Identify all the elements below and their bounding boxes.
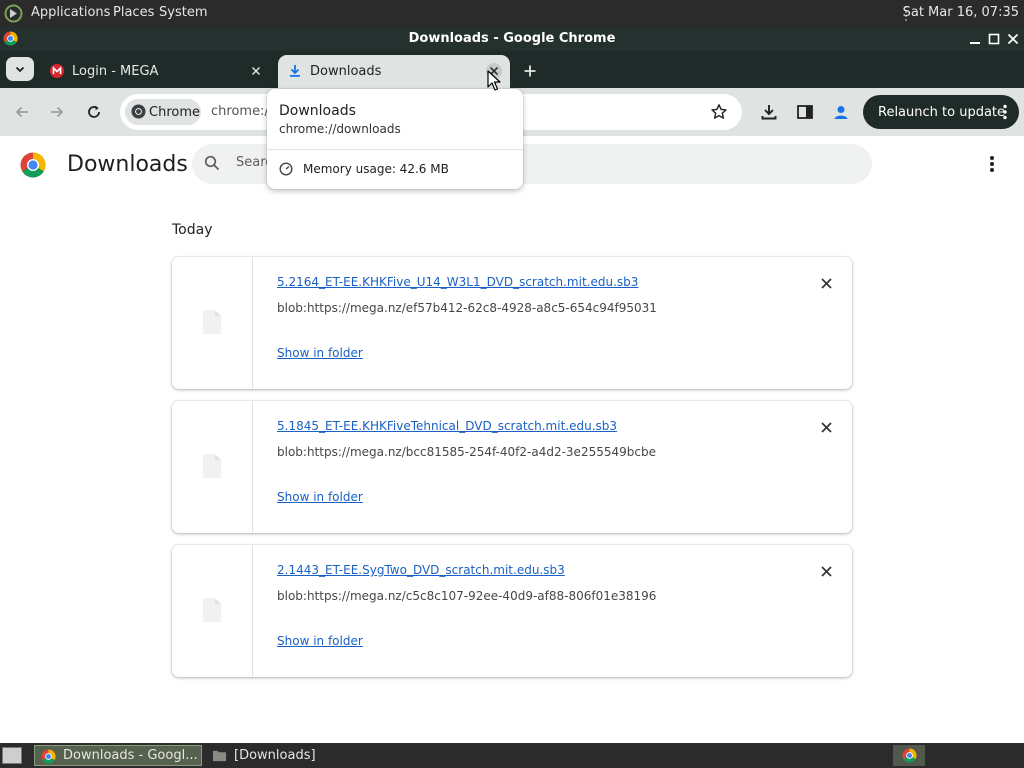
show-in-folder-link[interactable]: Show in folder (277, 634, 363, 648)
relaunch-label: Relaunch to update (878, 104, 1006, 120)
tab-label: Downloads (310, 64, 382, 79)
tray-chrome-button[interactable] (893, 745, 925, 766)
system-menu[interactable]: System (159, 5, 207, 20)
date-section-heading: Today (172, 222, 213, 238)
file-icon (203, 598, 221, 622)
mega-icon (50, 64, 64, 78)
search-icon (204, 155, 220, 171)
distro-logo-icon[interactable] (4, 4, 23, 23)
reload-button[interactable] (82, 100, 106, 124)
close-tab-button[interactable] (248, 63, 264, 79)
chrome-logo-icon (20, 152, 46, 178)
file-icon-column (172, 257, 253, 389)
url-text[interactable]: chrome:/ (211, 104, 269, 119)
tab-label: Login - MEGA (72, 64, 159, 79)
download-filename-link[interactable]: 2.1443_ET-EE.SygTwo_DVD_scratch.mit.edu.… (277, 563, 565, 577)
places-menu[interactable]: Places (113, 5, 154, 20)
close-icon (251, 66, 261, 76)
memory-gauge-icon (279, 162, 293, 176)
close-icon (820, 565, 832, 577)
tab-hover-card: Downloads chrome://downloads Memory usag… (267, 89, 523, 189)
top-panel: Applications Places System Sat Mar 16, 0… (0, 0, 1024, 27)
tab-login-mega[interactable]: Login - MEGA (40, 55, 272, 88)
download-source-url: blob:https://mega.nz/ef57b412-62c8-4928-… (277, 301, 657, 315)
chrome-icon (901, 748, 917, 763)
plus-icon (524, 65, 536, 77)
profile-avatar-icon (834, 106, 848, 119)
clock[interactable]: Sat Mar 16, 07:35 (903, 5, 1019, 20)
page-title: Downloads (67, 152, 188, 177)
chrome-icon (41, 749, 56, 764)
remove-download-button[interactable] (818, 419, 834, 435)
bottom-panel: Downloads - Googl... [Downloads] (0, 743, 1024, 768)
minimize-button[interactable] (966, 29, 984, 49)
folder-icon (212, 750, 227, 762)
remove-download-button[interactable] (818, 275, 834, 291)
show-in-folder-link[interactable]: Show in folder (277, 490, 363, 504)
mouse-pointer-icon (487, 70, 501, 91)
taskbar-item-label: Downloads - Googl... (63, 748, 198, 763)
site-info-chip[interactable]: Chrome (125, 99, 201, 125)
more-actions-icon[interactable] (988, 154, 996, 174)
forward-button[interactable] (45, 100, 69, 124)
download-source-url: blob:https://mega.nz/c5c8c107-92ee-40d9-… (277, 589, 657, 603)
download-item: 2.1443_ET-EE.SygTwo_DVD_scratch.mit.edu.… (172, 545, 852, 677)
downloads-toolbar-button[interactable] (757, 100, 781, 124)
back-button[interactable] (10, 100, 34, 124)
arrow-right-icon (51, 106, 64, 118)
more-vert-icon (1003, 104, 1007, 120)
show-in-folder-link[interactable]: Show in folder (277, 346, 363, 360)
download-icon (290, 65, 300, 77)
show-desktop-button[interactable] (2, 747, 22, 764)
reload-icon (88, 105, 100, 118)
relaunch-to-update-button[interactable]: Relaunch to update (863, 95, 1019, 129)
hover-card-url: chrome://downloads (279, 122, 401, 136)
close-icon (820, 421, 832, 433)
download-icon (761, 105, 777, 120)
arrow-left-icon (15, 106, 28, 118)
remove-download-button[interactable] (818, 563, 834, 579)
new-tab-button[interactable] (518, 59, 542, 83)
tab-downloads[interactable]: Downloads (278, 55, 510, 88)
chevron-down-icon (15, 66, 25, 73)
hover-card-divider (267, 149, 523, 150)
profile-button[interactable] (829, 100, 853, 124)
chrome-icon (131, 104, 146, 119)
download-item: 5.1845_ET-EE.KHKFiveTehnical_DVD_scratch… (172, 401, 852, 533)
window-titlebar[interactable]: Downloads - Google Chrome (0, 27, 1024, 51)
taskbar-item-downloads-folder[interactable]: [Downloads] (206, 745, 406, 766)
maximize-button[interactable] (985, 29, 1003, 49)
taskbar-item-chrome[interactable]: Downloads - Googl... (34, 745, 202, 766)
bookmark-star-icon[interactable] (710, 103, 728, 125)
applications-menu[interactable]: Applications (31, 5, 110, 20)
tab-strip: Login - MEGA Downloads (0, 51, 1024, 88)
side-panel-icon (797, 105, 813, 119)
window-title: Downloads - Google Chrome (408, 31, 616, 46)
file-icon-column (172, 401, 253, 533)
file-icon-column (172, 545, 253, 677)
close-window-button[interactable] (1004, 29, 1022, 49)
chip-label: Chrome (149, 104, 200, 120)
close-icon (820, 277, 832, 289)
file-icon (203, 454, 221, 478)
side-panel-button[interactable] (793, 100, 817, 124)
download-item: 5.2164_ET-EE.KHKFive_U14_W3L1_DVD_scratc… (172, 257, 852, 389)
taskbar-item-label: [Downloads] (234, 748, 316, 763)
hover-card-title: Downloads (279, 103, 356, 119)
download-filename-link[interactable]: 5.1845_ET-EE.KHKFiveTehnical_DVD_scratch… (277, 419, 617, 433)
download-source-url: blob:https://mega.nz/bcc81585-254f-40f2-… (277, 445, 656, 459)
download-filename-link[interactable]: 5.2164_ET-EE.KHKFive_U14_W3L1_DVD_scratc… (277, 275, 638, 289)
memory-usage-text: Memory usage: 42.6 MB (303, 162, 449, 176)
file-icon (203, 310, 221, 334)
tab-search-button[interactable] (6, 57, 34, 81)
